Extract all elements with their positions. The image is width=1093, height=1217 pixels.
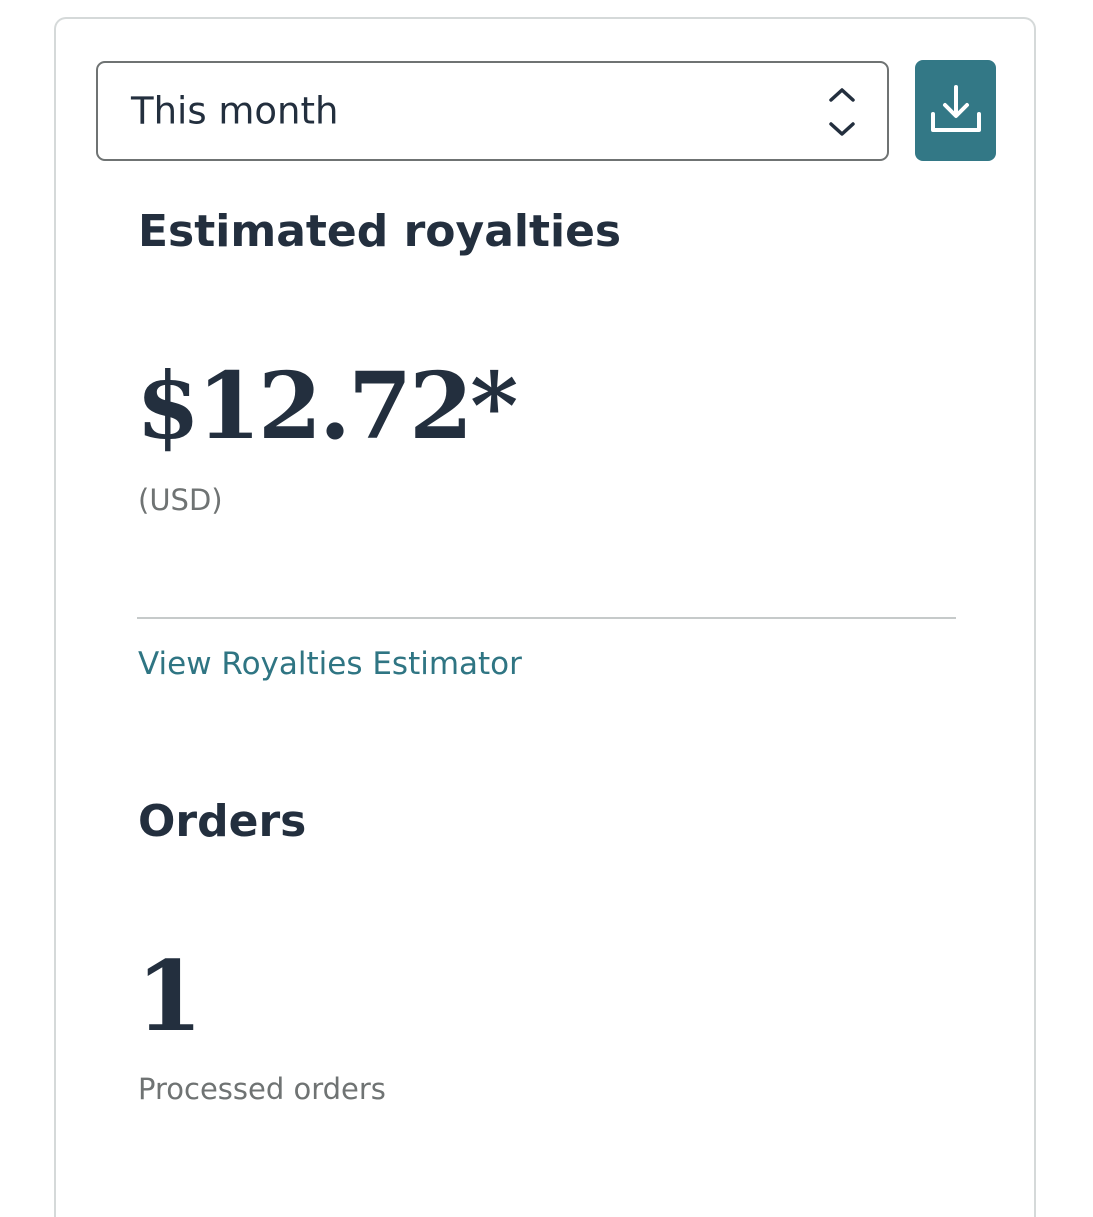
chevron-up-down-icon	[827, 87, 857, 137]
download-button[interactable]	[915, 60, 996, 161]
period-select-value: This month	[131, 89, 339, 133]
divider	[137, 617, 956, 619]
period-select[interactable]: This month	[96, 61, 889, 161]
orders-title: Orders	[138, 796, 307, 847]
royalties-estimator-link[interactable]: View Royalties Estimator	[138, 646, 522, 682]
orders-caption: Processed orders	[138, 1072, 386, 1106]
royalties-title: Estimated royalties	[138, 206, 622, 257]
currency-label: (USD)	[138, 483, 223, 517]
download-icon	[929, 82, 983, 140]
orders-count: 1	[136, 940, 203, 1053]
royalties-amount: $12.72*	[136, 352, 518, 460]
